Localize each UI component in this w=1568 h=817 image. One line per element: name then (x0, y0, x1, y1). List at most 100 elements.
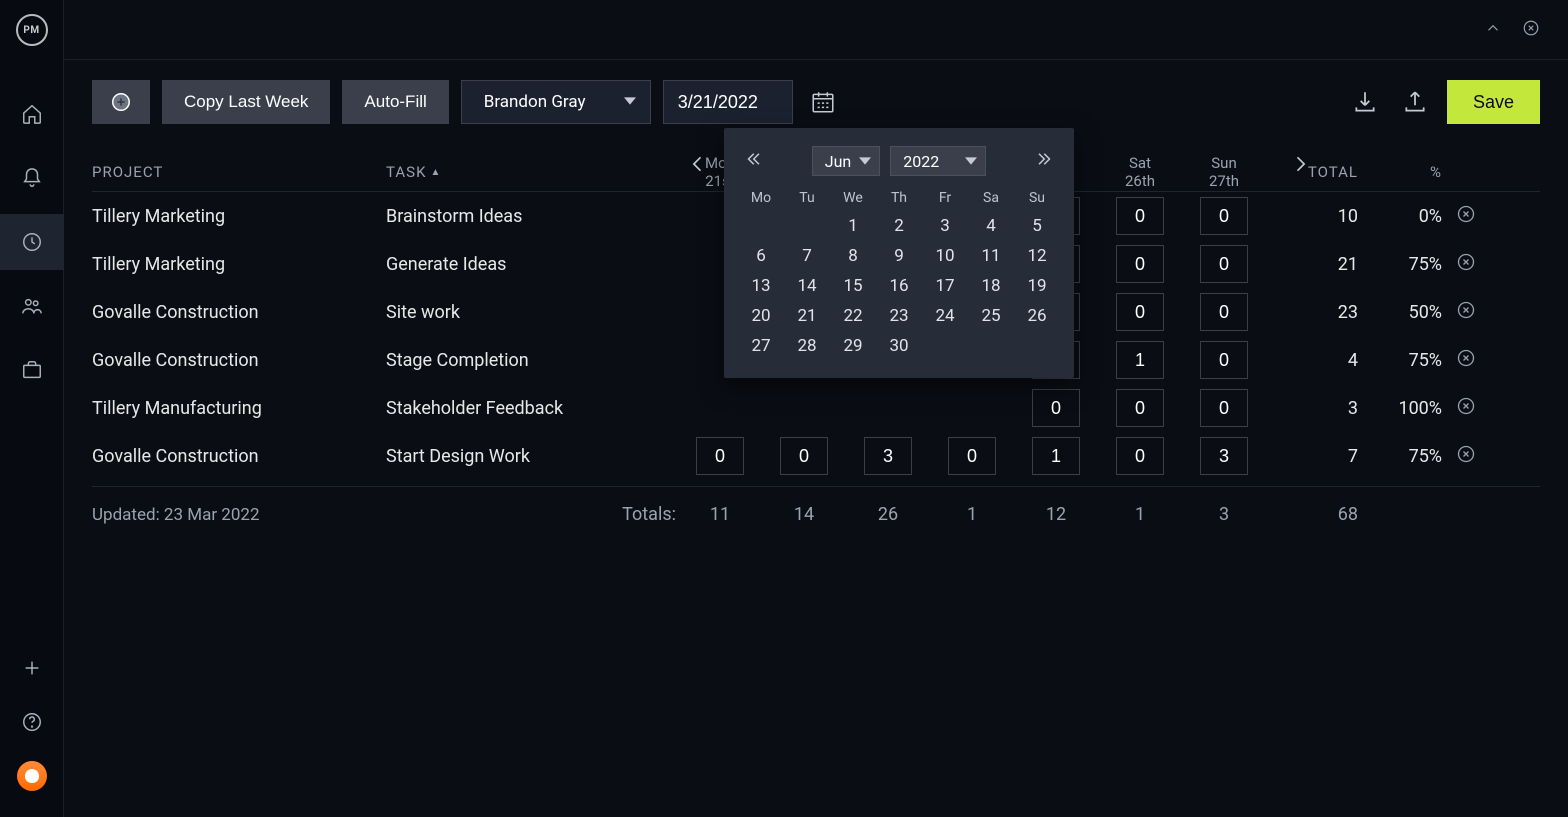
hours-input[interactable] (948, 437, 996, 475)
dp-day[interactable]: 16 (882, 276, 916, 296)
hours-input[interactable] (696, 437, 744, 475)
add-entry-button[interactable] (92, 80, 150, 124)
dp-day[interactable]: 13 (744, 276, 778, 296)
cell-total: 23 (1268, 302, 1358, 323)
save-button[interactable]: Save (1447, 80, 1540, 124)
datepicker-month-select[interactable]: Jun (812, 146, 880, 176)
cell-percent: 50% (1362, 302, 1442, 323)
hours-input[interactable] (1200, 389, 1248, 427)
cell-total: 4 (1268, 350, 1358, 371)
bell-icon (21, 167, 43, 189)
export-button[interactable] (1397, 84, 1433, 120)
dp-day[interactable]: 15 (836, 276, 870, 296)
hours-input[interactable] (1116, 437, 1164, 475)
header-project[interactable]: PROJECT (92, 163, 382, 191)
dp-day[interactable]: 12 (1020, 246, 1054, 266)
hours-input[interactable] (1032, 437, 1080, 475)
dp-day[interactable]: 28 (790, 336, 824, 356)
hours-input[interactable] (1200, 341, 1248, 379)
datepicker-next[interactable] (1036, 150, 1054, 172)
hours-input[interactable] (1200, 293, 1248, 331)
avatar[interactable] (17, 761, 47, 791)
plus-icon (21, 657, 43, 679)
dp-day[interactable]: 21 (790, 306, 824, 326)
dp-dow: Su (1020, 190, 1054, 206)
dp-day[interactable]: 9 (882, 246, 916, 266)
hours-input[interactable] (1116, 293, 1164, 331)
header-task[interactable]: TASK ▲ (386, 163, 676, 191)
nav-timesheet[interactable] (0, 214, 64, 270)
nav-help[interactable] (0, 707, 64, 737)
datepicker-prev[interactable] (744, 150, 762, 172)
delete-row-button[interactable] (1446, 396, 1486, 420)
delete-row-button[interactable] (1446, 348, 1486, 372)
dp-day[interactable]: 5 (1020, 216, 1054, 236)
topbar (64, 0, 1568, 60)
topbar-close-icon[interactable] (1522, 19, 1540, 41)
header-day-sun: Sun27th (1184, 154, 1264, 192)
dp-day[interactable]: 4 (974, 216, 1008, 236)
hours-input[interactable] (1200, 197, 1248, 235)
week-prev[interactable] (688, 150, 708, 182)
cell-task: Stakeholder Feedback (386, 398, 676, 419)
dp-day[interactable]: 20 (744, 306, 778, 326)
delete-row-button[interactable] (1446, 252, 1486, 276)
week-date-input[interactable] (663, 80, 793, 124)
cell-total: 10 (1268, 206, 1358, 227)
hours-input[interactable] (1116, 197, 1164, 235)
nav-add[interactable] (0, 653, 64, 683)
dp-day[interactable]: 7 (790, 246, 824, 266)
dp-day[interactable]: 30 (882, 336, 916, 356)
import-button[interactable] (1347, 84, 1383, 120)
hours-input[interactable] (1116, 389, 1164, 427)
hours-input[interactable] (1116, 341, 1164, 379)
dp-day[interactable]: 25 (974, 306, 1008, 326)
caret-down-icon (624, 92, 636, 112)
user-select[interactable]: Brandon Gray (461, 80, 651, 124)
nav-projects[interactable] (0, 342, 64, 398)
header-percent: % (1362, 163, 1442, 191)
datepicker-year-select[interactable]: 2022 (890, 146, 986, 176)
copy-last-week-button[interactable]: Copy Last Week (162, 80, 330, 124)
dp-dow: Th (882, 190, 916, 206)
hours-input[interactable] (864, 437, 912, 475)
week-next[interactable] (1290, 150, 1310, 182)
hours-input[interactable] (1200, 245, 1248, 283)
calendar-button[interactable] (805, 84, 841, 120)
dp-day[interactable]: 8 (836, 246, 870, 266)
dp-day[interactable]: 22 (836, 306, 870, 326)
dp-day[interactable]: 3 (928, 216, 962, 236)
dp-day[interactable]: 24 (928, 306, 962, 326)
nav-home[interactable] (0, 86, 64, 142)
dp-day[interactable]: 19 (1020, 276, 1054, 296)
dp-day[interactable]: 26 (1020, 306, 1054, 326)
header-day-sat: Sat26th (1100, 154, 1180, 192)
dp-day[interactable]: 27 (744, 336, 778, 356)
dp-day[interactable]: 17 (928, 276, 962, 296)
hours-input[interactable] (1200, 437, 1248, 475)
delete-row-button[interactable] (1446, 300, 1486, 324)
auto-fill-button[interactable]: Auto-Fill (342, 80, 448, 124)
dp-day[interactable]: 2 (882, 216, 916, 236)
dp-day[interactable]: 14 (790, 276, 824, 296)
nav-team[interactable] (0, 278, 64, 334)
cell-total: 7 (1268, 446, 1358, 467)
dp-day[interactable]: 23 (882, 306, 916, 326)
nav-notifications[interactable] (0, 150, 64, 206)
delete-row-button[interactable] (1446, 444, 1486, 468)
hours-input[interactable] (780, 437, 828, 475)
header-task-label: TASK (386, 163, 426, 181)
help-icon (21, 711, 43, 733)
dp-day[interactable]: 18 (974, 276, 1008, 296)
hours-input[interactable] (1116, 245, 1164, 283)
dp-dow: Tu (790, 190, 824, 206)
topbar-minimize-icon[interactable] (1484, 19, 1502, 41)
dp-day[interactable]: 1 (836, 216, 870, 236)
delete-row-button[interactable] (1446, 204, 1486, 228)
dp-day[interactable]: 29 (836, 336, 870, 356)
hours-input[interactable] (1032, 389, 1080, 427)
dp-day[interactable]: 11 (974, 246, 1008, 266)
dp-day[interactable]: 10 (928, 246, 962, 266)
dp-day[interactable]: 6 (744, 246, 778, 266)
upload-icon (1402, 89, 1428, 115)
